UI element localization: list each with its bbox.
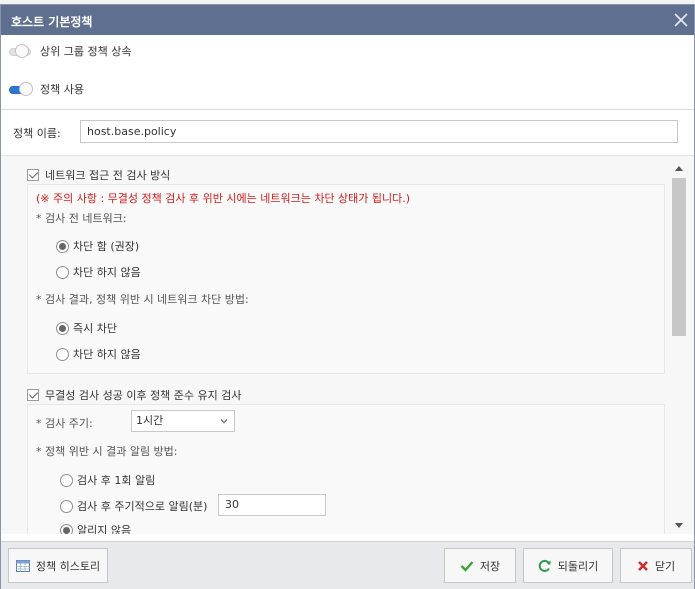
radio-label: 차단 함 (권장) bbox=[73, 240, 140, 253]
radio-label: 검사 후 주기적으로 알림(분) bbox=[77, 500, 208, 513]
check-cycle-label: * 검사 주기: bbox=[36, 417, 93, 430]
x-icon bbox=[638, 560, 648, 571]
save-button[interactable]: 저장 bbox=[444, 548, 516, 583]
revert-button[interactable]: 되돌리기 bbox=[523, 548, 613, 583]
radio-button[interactable] bbox=[60, 499, 73, 513]
check-cycle-value: 1시간 bbox=[136, 414, 164, 427]
violation-method-label: * 검사 결과, 정책 위반 시 네트워크 차단 방법: bbox=[36, 293, 249, 306]
policy-scroll-area[interactable]: 네트워크 접근 전 검사 방식 (※ 주의 사항 : 무결성 정책 검사 후 위… bbox=[1, 155, 694, 534]
chevron-down-icon bbox=[220, 419, 228, 424]
save-button-label: 저장 bbox=[479, 559, 501, 573]
precheck-section-title: 네트워크 접근 전 검사 방식 bbox=[45, 169, 171, 182]
refresh-icon bbox=[538, 559, 551, 572]
pre-check-option-no-block[interactable]: 차단 하지 않음 bbox=[56, 264, 141, 280]
radio-label: 차단 하지 않음 bbox=[73, 348, 141, 361]
radio-button[interactable] bbox=[56, 321, 69, 335]
close-icon[interactable] bbox=[672, 11, 690, 29]
scroll-down-icon[interactable] bbox=[674, 522, 684, 530]
enable-toggle-label: 정책 사용 bbox=[40, 83, 84, 96]
violation-option-no-block[interactable]: 차단 하지 않음 bbox=[56, 346, 141, 362]
radio-label: 알리지 않음 bbox=[77, 524, 132, 534]
scroll-up-icon[interactable] bbox=[674, 164, 684, 172]
close-button[interactable]: 닫기 bbox=[620, 548, 692, 583]
inherit-toggle-label: 상위 그룹 정책 상속 bbox=[40, 45, 132, 58]
inherit-toggle-row[interactable]: 상위 그룹 정책 상속 bbox=[9, 41, 131, 61]
pre-check-option-block[interactable]: 차단 함 (권장) bbox=[56, 238, 139, 254]
policy-history-button[interactable]: 정책 히스토리 bbox=[8, 548, 108, 583]
policy-name-input[interactable]: host.base.policy bbox=[80, 120, 678, 143]
compliance-checkbox[interactable] bbox=[27, 389, 39, 401]
radio-button[interactable] bbox=[56, 347, 69, 361]
radio-button[interactable] bbox=[56, 239, 69, 253]
check-cycle-select[interactable]: 1시간 bbox=[131, 410, 235, 432]
warning-text: (※ 주의 사항 : 무결성 정책 검사 후 위반 시에는 네트워크는 차단 상… bbox=[36, 192, 411, 205]
section-network-precheck: 네트워크 접근 전 검사 방식 bbox=[27, 165, 665, 185]
revert-button-label: 되돌리기 bbox=[557, 559, 599, 573]
radio-label: 즉시 차단 bbox=[73, 322, 117, 335]
section-compliance-check: 무결성 검사 성공 이후 정책 준수 유지 검사 bbox=[27, 385, 665, 405]
inherit-toggle[interactable] bbox=[9, 44, 33, 58]
divider bbox=[1, 109, 694, 110]
dialog-footer: 정책 히스토리 저장 되돌리기 닫기 bbox=[1, 541, 694, 589]
history-icon bbox=[15, 559, 30, 572]
notify-option-once[interactable]: 검사 후 1회 알림 bbox=[60, 472, 155, 488]
violation-option-immediate[interactable]: 즉시 차단 bbox=[56, 320, 117, 336]
precheck-checkbox[interactable] bbox=[27, 169, 39, 181]
pre-check-network-label: * 검사 전 네트워크: bbox=[36, 212, 127, 225]
compliance-panel: * 검사 주기: 1시간 * 정책 위반 시 결과 알림 방법: 검사 후 1회… bbox=[27, 404, 665, 534]
history-button-label: 정책 히스토리 bbox=[35, 559, 101, 573]
notify-option-periodic[interactable]: 검사 후 주기적으로 알림(분) bbox=[60, 498, 207, 514]
close-button-label: 닫기 bbox=[654, 559, 676, 573]
radio-button[interactable] bbox=[60, 523, 73, 534]
dialog-titlebar: 호스트 기본정책 bbox=[1, 5, 694, 35]
enable-toggle[interactable] bbox=[9, 82, 33, 96]
notify-method-label: * 정책 위반 시 결과 알림 방법: bbox=[36, 445, 178, 458]
radio-button[interactable] bbox=[60, 473, 73, 487]
scrollbar-thumb[interactable] bbox=[672, 178, 686, 336]
notify-interval-input[interactable]: 30 bbox=[218, 494, 326, 516]
policy-name-label: 정책 이름: bbox=[13, 127, 61, 140]
dialog-title: 호스트 기본정책 bbox=[11, 15, 93, 29]
radio-label: 검사 후 1회 알림 bbox=[77, 474, 156, 487]
enable-toggle-row[interactable]: 정책 사용 bbox=[9, 79, 84, 99]
precheck-panel: (※ 주의 사항 : 무결성 정책 검사 후 위반 시에는 네트워크는 차단 상… bbox=[27, 184, 665, 374]
radio-label: 차단 하지 않음 bbox=[73, 266, 141, 279]
vertical-scrollbar[interactable] bbox=[670, 160, 688, 534]
check-icon bbox=[460, 560, 474, 572]
notify-option-none[interactable]: 알리지 않음 bbox=[60, 522, 131, 534]
radio-button[interactable] bbox=[56, 265, 69, 279]
policy-dialog: 호스트 기본정책 상위 그룹 정책 상속 정책 사용 정책 이름: host.b… bbox=[0, 4, 695, 589]
compliance-section-title: 무결성 검사 성공 이후 정책 준수 유지 검사 bbox=[45, 389, 242, 402]
